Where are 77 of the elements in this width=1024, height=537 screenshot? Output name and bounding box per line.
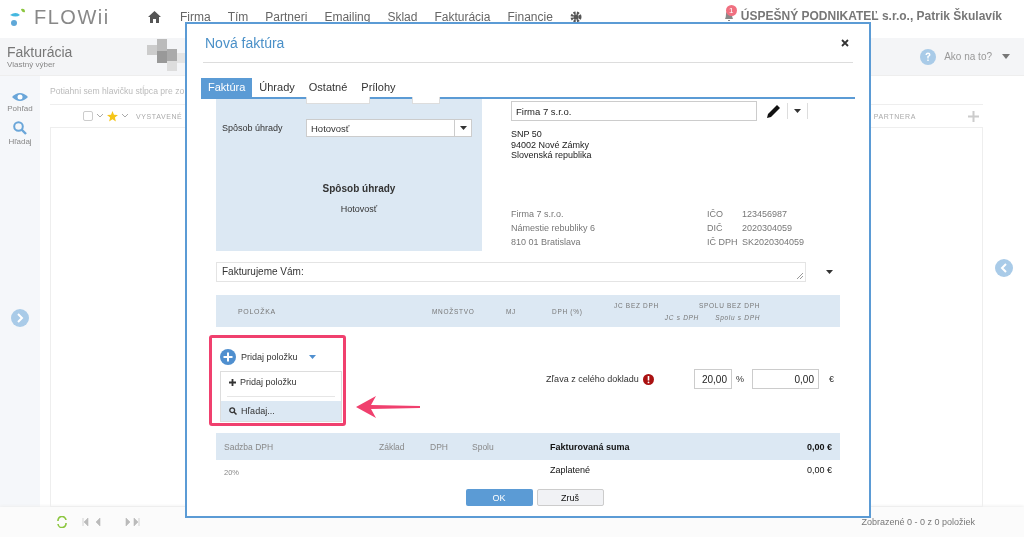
field-label: Spôsob úhrady <box>222 123 284 133</box>
discount-amount-field[interactable]: 0,00 <box>752 369 819 389</box>
plus-icon <box>229 378 236 386</box>
caret-icon[interactable] <box>826 270 833 274</box>
star-icon[interactable] <box>107 110 118 122</box>
close-icon[interactable] <box>841 39 849 47</box>
unit-label: % <box>735 374 744 384</box>
input-field[interactable] <box>306 97 370 104</box>
refresh-icon[interactable] <box>56 516 68 528</box>
id-value: 123456987 <box>742 207 789 221</box>
select-all-checkbox[interactable] <box>83 111 93 121</box>
discount-percent-field[interactable]: 20,00 <box>693 369 732 389</box>
address-line: Slovenská republika <box>511 150 593 161</box>
pager-icon[interactable] <box>82 518 140 526</box>
column-header: Spolu <box>472 441 495 452</box>
id-value: 2020304059 <box>742 221 794 235</box>
payment-value: Hotovosť <box>340 204 378 214</box>
nav-link[interactable]: Tím <box>227 10 249 24</box>
nav-link[interactable]: Firma <box>180 10 211 24</box>
caret-icon <box>459 126 467 130</box>
plus-icon[interactable] <box>968 110 979 122</box>
payment-heading: Spôsob úhrady <box>322 183 396 194</box>
arrow-icon <box>356 396 420 418</box>
supplier-line: Námestie rebubliky 6 <box>511 221 597 235</box>
warning-icon <box>642 373 654 385</box>
dialog-title: Nová faktúra <box>205 35 285 51</box>
total-label: Zaplatené <box>550 465 592 475</box>
nav-link[interactable]: Financie <box>507 10 553 24</box>
plus-icon <box>220 349 236 365</box>
account-name[interactable]: ÚSPEŠNÝ PODNIKATEĽ s.r.o., Patrik Škulavík <box>740 9 1002 23</box>
expand-icon[interactable] <box>11 309 29 327</box>
payment-select[interactable]: Hotovosť <box>306 119 472 137</box>
help-icon[interactable] <box>920 48 937 65</box>
id-label: DIČ <box>707 221 724 235</box>
id-value: SK2020304059 <box>742 235 805 249</box>
gear-icon[interactable] <box>569 11 582 23</box>
resize-icon <box>797 273 803 279</box>
collapse-icon[interactable] <box>994 258 1013 277</box>
total-value: 0,00 € <box>806 441 833 452</box>
nav-link[interactable]: Sklad <box>387 10 418 24</box>
eye-icon[interactable] <box>12 92 28 102</box>
sidebar-label[interactable]: Hľadaj <box>8 137 32 146</box>
currency-label: € <box>829 374 834 384</box>
id-label: IČ DPH <box>707 235 739 249</box>
sidebar-label[interactable]: Pohľad <box>7 104 33 113</box>
customer-field[interactable]: Firma 7 s.r.o. <box>511 101 757 121</box>
search-icon[interactable] <box>13 121 27 135</box>
nav-link[interactable]: Emailing <box>324 10 371 24</box>
home-icon[interactable] <box>148 11 161 23</box>
nav-link[interactable]: Partneri <box>265 10 308 24</box>
intro-textarea[interactable]: Fakturujeme Vám: <box>216 262 806 282</box>
caret-icon[interactable] <box>794 109 801 113</box>
logo-text: FLOWii <box>34 6 110 29</box>
address-line: 94002 Nové Zámky <box>511 139 591 150</box>
supplier-line: 810 01 Bratislava <box>511 235 582 249</box>
cancel-button[interactable]: Zruš <box>536 489 604 506</box>
column-header: Sadzba DPH <box>223 441 275 452</box>
pencil-icon[interactable] <box>767 104 781 118</box>
menu-item[interactable]: Pridaj položku <box>221 372 341 392</box>
total-label: Fakturovaná suma <box>550 441 631 452</box>
supplier-line: Firma 7 s.r.o. <box>511 207 565 221</box>
address-line: SNP 50 <box>511 129 543 140</box>
page-subtitle: Vlastný výber <box>7 60 57 69</box>
id-label: IČO <box>707 207 724 221</box>
total-value: 0,00 € <box>806 465 833 475</box>
add-item-button[interactable]: Pridaj položku <box>220 349 316 365</box>
column-header: DPH <box>430 441 449 452</box>
status-text: Zobrazené 0 - 0 z 0 položiek <box>861 517 975 527</box>
page-title: Fakturácia <box>7 44 74 60</box>
nav-link[interactable]: Fakturácia <box>434 10 491 24</box>
discount-label: Zľava z celého dokladu <box>546 374 639 384</box>
menu-item[interactable]: Hľadaj... <box>221 401 341 421</box>
caret-icon <box>308 355 316 359</box>
input-field[interactable] <box>412 97 440 104</box>
notification-badge: 1 <box>725 5 737 16</box>
column-header: Základ <box>379 441 406 452</box>
search-icon <box>229 407 237 415</box>
